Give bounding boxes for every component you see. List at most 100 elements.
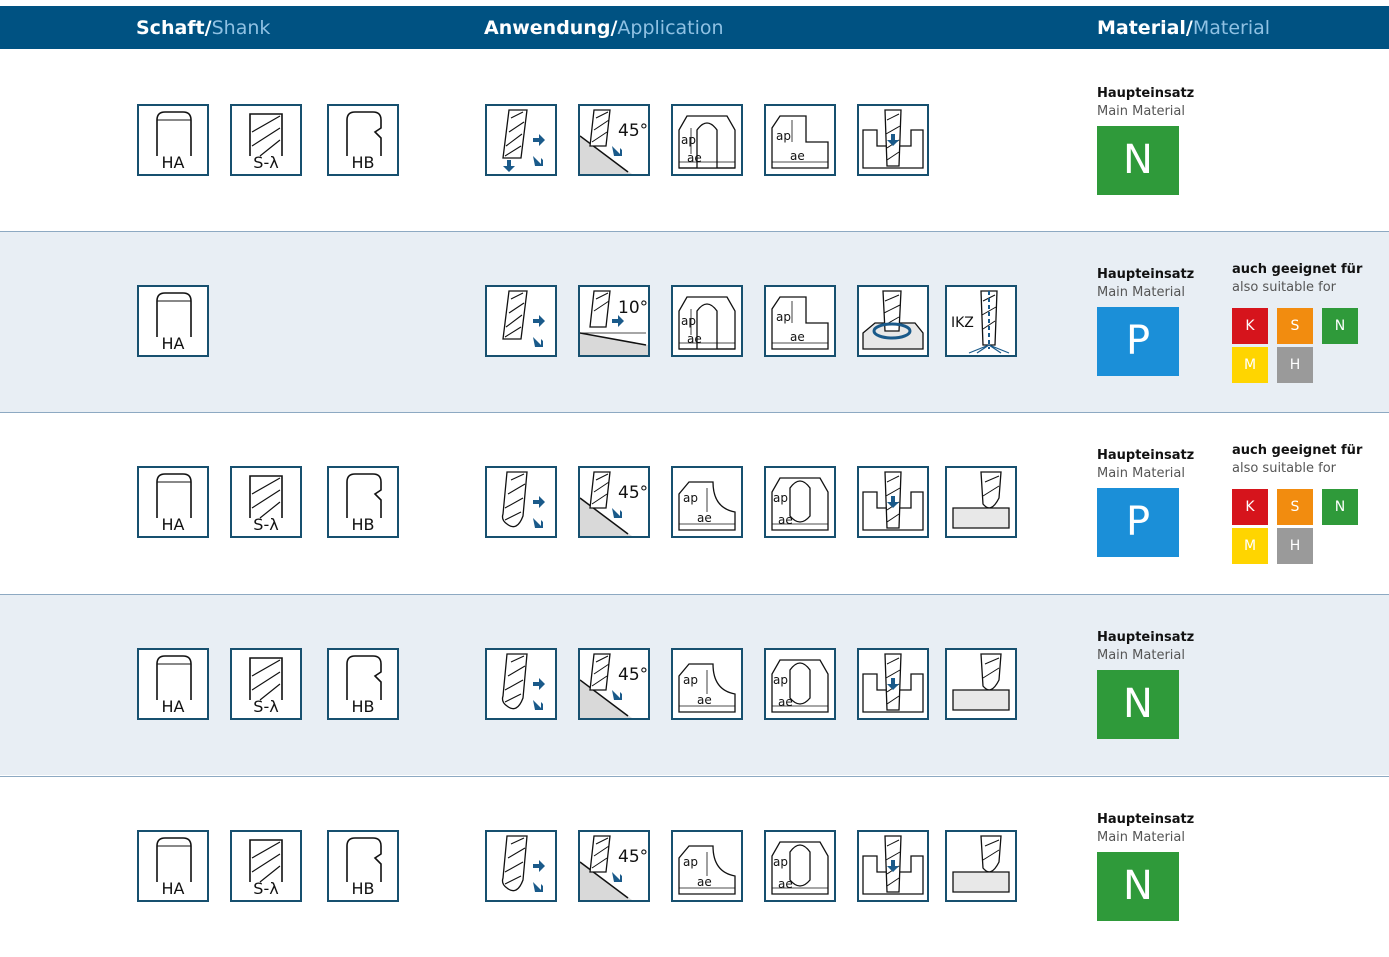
svg-text:IKZ: IKZ	[951, 315, 974, 331]
shank-label: HA	[161, 153, 185, 172]
tool-row: HA S-λ HB 45° ap ae ap ae Haupteinsatz Main…	[0, 50, 1389, 231]
main-material-badge: P	[1097, 488, 1179, 557]
application-ramp45-icon: 45°	[578, 830, 650, 902]
main-material-subtitle: Main Material	[1097, 466, 1185, 481]
also-material-badge: H	[1277, 528, 1313, 564]
application-drill2-icon	[485, 285, 557, 357]
also-suitable-title: auch geeignet für	[1232, 262, 1363, 277]
svg-text:ae: ae	[778, 513, 793, 527]
shank-sl-icon: S-λ	[230, 830, 302, 902]
application-plunge-icon	[857, 104, 929, 176]
row-divider	[0, 594, 1389, 595]
application-ball2-icon	[485, 648, 557, 720]
application-slotBall-icon: ap ae	[764, 466, 836, 538]
main-material-subtitle: Main Material	[1097, 830, 1185, 845]
shank-ha-icon: HA	[137, 466, 209, 538]
svg-text:ae: ae	[778, 877, 793, 891]
svg-text:ae: ae	[790, 330, 805, 344]
tool-row: HA 10° ap ae ap ae IKZ Haupteinsatz Main Mat…	[0, 231, 1389, 412]
application-plunge-icon	[857, 466, 929, 538]
application-ikz-icon: IKZ	[945, 285, 1017, 357]
svg-text:ae: ae	[697, 693, 712, 707]
also-material-badge: S	[1277, 308, 1313, 344]
shank-label: HA	[161, 879, 185, 898]
main-material-title: Haupteinsatz	[1097, 812, 1195, 827]
header-shank: Schaft/Shank	[136, 17, 270, 39]
shank-label: S-λ	[253, 879, 279, 898]
main-material-subtitle: Main Material	[1097, 104, 1185, 119]
also-material-badge: M	[1232, 347, 1268, 383]
shank-label: HA	[161, 515, 185, 534]
svg-text:45°: 45°	[618, 847, 648, 867]
shank-sl-icon: S-λ	[230, 466, 302, 538]
shank-hb-icon: HB	[327, 648, 399, 720]
application-stepCurve-icon: ap ae	[671, 466, 743, 538]
also-material-badge: M	[1232, 528, 1268, 564]
shank-label: S-λ	[253, 697, 279, 716]
shank-hb-icon: HB	[327, 104, 399, 176]
also-material-badge: S	[1277, 489, 1313, 525]
svg-text:45°: 45°	[618, 121, 648, 141]
svg-text:10°: 10°	[618, 298, 648, 318]
also-material-badge: H	[1277, 347, 1313, 383]
main-material-badge: N	[1097, 852, 1179, 921]
header-material-de: Material/	[1097, 17, 1193, 39]
application-step-icon: ap ae	[764, 285, 836, 357]
table-header: Schaft/Shank Anwendung/Application Mater…	[0, 6, 1389, 49]
svg-text:ae: ae	[687, 151, 702, 165]
also-material-badge: N	[1322, 489, 1358, 525]
application-drill3-icon	[485, 104, 557, 176]
header-shank-de: Schaft/	[136, 17, 212, 39]
shank-sl-icon: S-λ	[230, 648, 302, 720]
application-plunge-icon	[857, 648, 929, 720]
svg-text:ae: ae	[687, 332, 702, 346]
row-divider	[0, 231, 1389, 232]
svg-text:ap: ap	[681, 133, 696, 147]
svg-text:ap: ap	[683, 491, 698, 505]
shank-ha-icon: HA	[137, 648, 209, 720]
tool-row: HA S-λ HB 45° ap ae ap ae Haupteinsatz Main…	[0, 594, 1389, 775]
shank-ha-icon: HA	[137, 285, 209, 357]
application-helix-icon	[857, 285, 929, 357]
application-slotU-icon: ap ae	[671, 104, 743, 176]
svg-text:ap: ap	[681, 314, 696, 328]
main-material-badge: P	[1097, 307, 1179, 376]
also-material-badge: N	[1322, 308, 1358, 344]
application-plunge-icon	[857, 830, 929, 902]
header-application-de: Anwendung/	[484, 17, 618, 39]
main-material-badge: N	[1097, 126, 1179, 195]
application-stepCurve-icon: ap ae	[671, 648, 743, 720]
row-divider	[0, 412, 1389, 413]
svg-text:ap: ap	[773, 673, 788, 687]
shank-ha-icon: HA	[137, 830, 209, 902]
shank-label: S-λ	[253, 515, 279, 534]
application-ball2-icon	[485, 830, 557, 902]
row-divider	[0, 776, 1389, 777]
application-ball2-icon	[485, 466, 557, 538]
also-material-badge: K	[1232, 489, 1268, 525]
shank-label: HB	[351, 153, 375, 172]
svg-text:ae: ae	[697, 511, 712, 525]
header-material-en: Material	[1192, 17, 1271, 39]
svg-text:ap: ap	[773, 491, 788, 505]
shank-label: HA	[161, 334, 185, 353]
application-ramp45-icon: 45°	[578, 648, 650, 720]
shank-label: HB	[351, 515, 375, 534]
main-material-title: Haupteinsatz	[1097, 448, 1195, 463]
application-slotU-icon: ap ae	[671, 285, 743, 357]
application-face-icon	[945, 648, 1017, 720]
main-material-title: Haupteinsatz	[1097, 630, 1195, 645]
main-material-subtitle: Main Material	[1097, 648, 1185, 663]
application-stepCurve-icon: ap ae	[671, 830, 743, 902]
svg-text:ap: ap	[776, 129, 791, 143]
application-step-icon: ap ae	[764, 104, 836, 176]
svg-text:ap: ap	[683, 855, 698, 869]
shank-label: HA	[161, 697, 185, 716]
application-ramp45-icon: 45°	[578, 466, 650, 538]
shank-label: HB	[351, 697, 375, 716]
shank-ha-icon: HA	[137, 104, 209, 176]
main-material-title: Haupteinsatz	[1097, 267, 1195, 282]
also-material-badge: K	[1232, 308, 1268, 344]
svg-text:ap: ap	[683, 673, 698, 687]
shank-label: S-λ	[253, 153, 279, 172]
